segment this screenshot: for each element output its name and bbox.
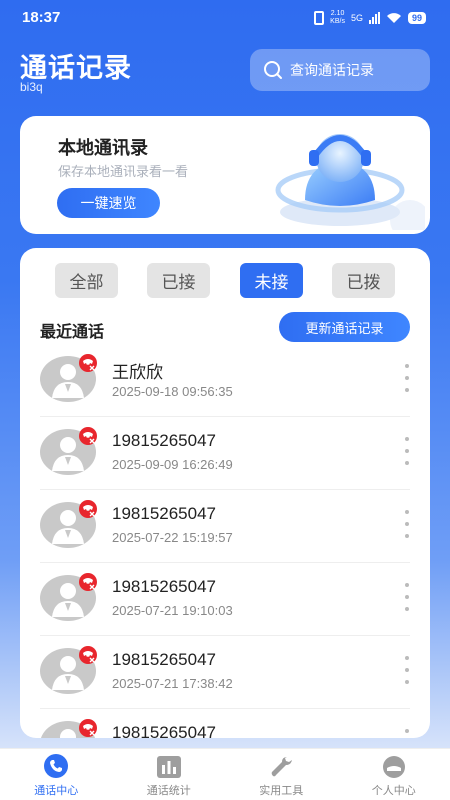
local-contacts-description: 保存本地通讯录看一看 (58, 165, 189, 180)
caller-name: 19815265047 (112, 723, 217, 738)
status-icons: 2.10 KB/s 5G 99 (314, 10, 426, 26)
wifi-icon (386, 13, 401, 23)
more-options-icon[interactable] (404, 656, 410, 684)
caller-name: 19815265047 (112, 431, 217, 450)
status-bar: 18:37 2.10 KB/s 5G 99 (0, 0, 450, 36)
caller-name: 王欣欣 (112, 363, 163, 382)
caller-name: 19815265047 (112, 577, 217, 596)
quick-view-button[interactable]: 一键速览 (57, 188, 160, 218)
call-list-item[interactable]: 19815265047 2025-07-22 15:19:57 (40, 490, 410, 563)
recent-calls-title: 最近通话 (40, 322, 105, 341)
call-time: 2025-07-21 19:10:03 (112, 603, 233, 618)
more-options-icon[interactable] (404, 583, 410, 611)
contact-avatar (40, 500, 97, 548)
nav-label-tools: 实用工具 (259, 784, 304, 797)
speed-unit: KB/s (330, 18, 345, 25)
call-list: 王欣欣 2025-09-18 09:56:35 19815265047 2025… (20, 344, 430, 738)
page-subtitle: bi3q (20, 80, 43, 94)
network-speed: 2.10 KB/s (330, 10, 345, 26)
speed-value: 2.10 (330, 10, 345, 17)
bar-chart-icon (156, 756, 181, 778)
network-type: 5G (350, 13, 363, 23)
wrench-icon (271, 757, 293, 777)
search-icon (264, 61, 282, 79)
call-list-item[interactable]: 19815265047 2025-07-21 17:38:42 (40, 636, 410, 709)
local-contacts-card[interactable]: 本地通讯录 保存本地通讯录看一看 一键速览 (20, 116, 430, 234)
tab-dialed[interactable]: 已拨 (332, 263, 395, 298)
more-options-icon[interactable] (404, 510, 410, 538)
call-time: 2025-07-21 17:38:42 (112, 676, 233, 691)
call-list-item[interactable]: 19815265047 2025-07-21 19:10:03 (40, 563, 410, 636)
nav-call-center[interactable]: 通话中心 (0, 749, 113, 800)
contact-avatar (40, 354, 97, 402)
tab-all[interactable]: 全部 (55, 263, 118, 298)
nav-label-call-center: 通话中心 (34, 784, 79, 797)
nav-tools[interactable]: 实用工具 (225, 749, 338, 800)
missed-call-badge-icon (79, 719, 97, 737)
headset-illustration-icon (275, 134, 425, 230)
more-options-icon[interactable] (404, 364, 410, 392)
nav-profile[interactable]: 个人中心 (338, 749, 450, 800)
vibrate-icon (314, 11, 325, 25)
user-icon (382, 756, 405, 778)
more-options-icon[interactable] (404, 729, 410, 738)
caller-name: 19815265047 (112, 504, 217, 523)
nav-label-profile: 个人中心 (371, 784, 416, 797)
missed-call-badge-icon (79, 500, 97, 518)
call-list-item[interactable]: 19815265047 (40, 709, 410, 738)
caller-name: 19815265047 (112, 650, 217, 669)
call-time: 2025-09-18 09:56:35 (112, 384, 233, 399)
status-time: 18:37 (22, 9, 61, 26)
contact-avatar (40, 719, 97, 738)
signal-icon (368, 12, 380, 24)
battery-indicator: 99 (407, 12, 426, 24)
call-time: 2025-09-09 16:26:49 (112, 457, 233, 472)
missed-call-badge-icon (79, 354, 97, 372)
missed-call-badge-icon (79, 573, 97, 591)
nav-label-call-stats: 通话统计 (146, 784, 191, 797)
call-list-item[interactable]: 王欣欣 2025-09-18 09:56:35 (40, 344, 410, 417)
call-records-panel: 全部 已接 未接 已拨 最近通话 更新通话记录 王欣欣 2025-09-18 0… (20, 248, 430, 738)
bottom-nav: 通话中心 通话统计 实用工具 个人中心 (0, 748, 450, 800)
phone-icon (44, 754, 69, 778)
contact-avatar (40, 427, 97, 475)
nav-call-stats[interactable]: 通话统计 (113, 749, 226, 800)
more-options-icon[interactable] (404, 437, 410, 465)
contact-avatar (40, 646, 97, 694)
local-contacts-title: 本地通讯录 (58, 138, 148, 159)
missed-call-badge-icon (79, 646, 97, 664)
contact-avatar (40, 573, 97, 621)
missed-call-badge-icon (79, 427, 97, 445)
search-input[interactable]: 查询通话记录 (250, 49, 430, 91)
search-placeholder: 查询通话记录 (290, 63, 374, 79)
tab-answered[interactable]: 已接 (147, 263, 210, 298)
call-list-item[interactable]: 19815265047 2025-09-09 16:26:49 (40, 417, 410, 490)
call-time: 2025-07-22 15:19:57 (112, 530, 233, 545)
update-records-button[interactable]: 更新通话记录 (279, 312, 410, 342)
tab-missed[interactable]: 未接 (240, 263, 303, 298)
